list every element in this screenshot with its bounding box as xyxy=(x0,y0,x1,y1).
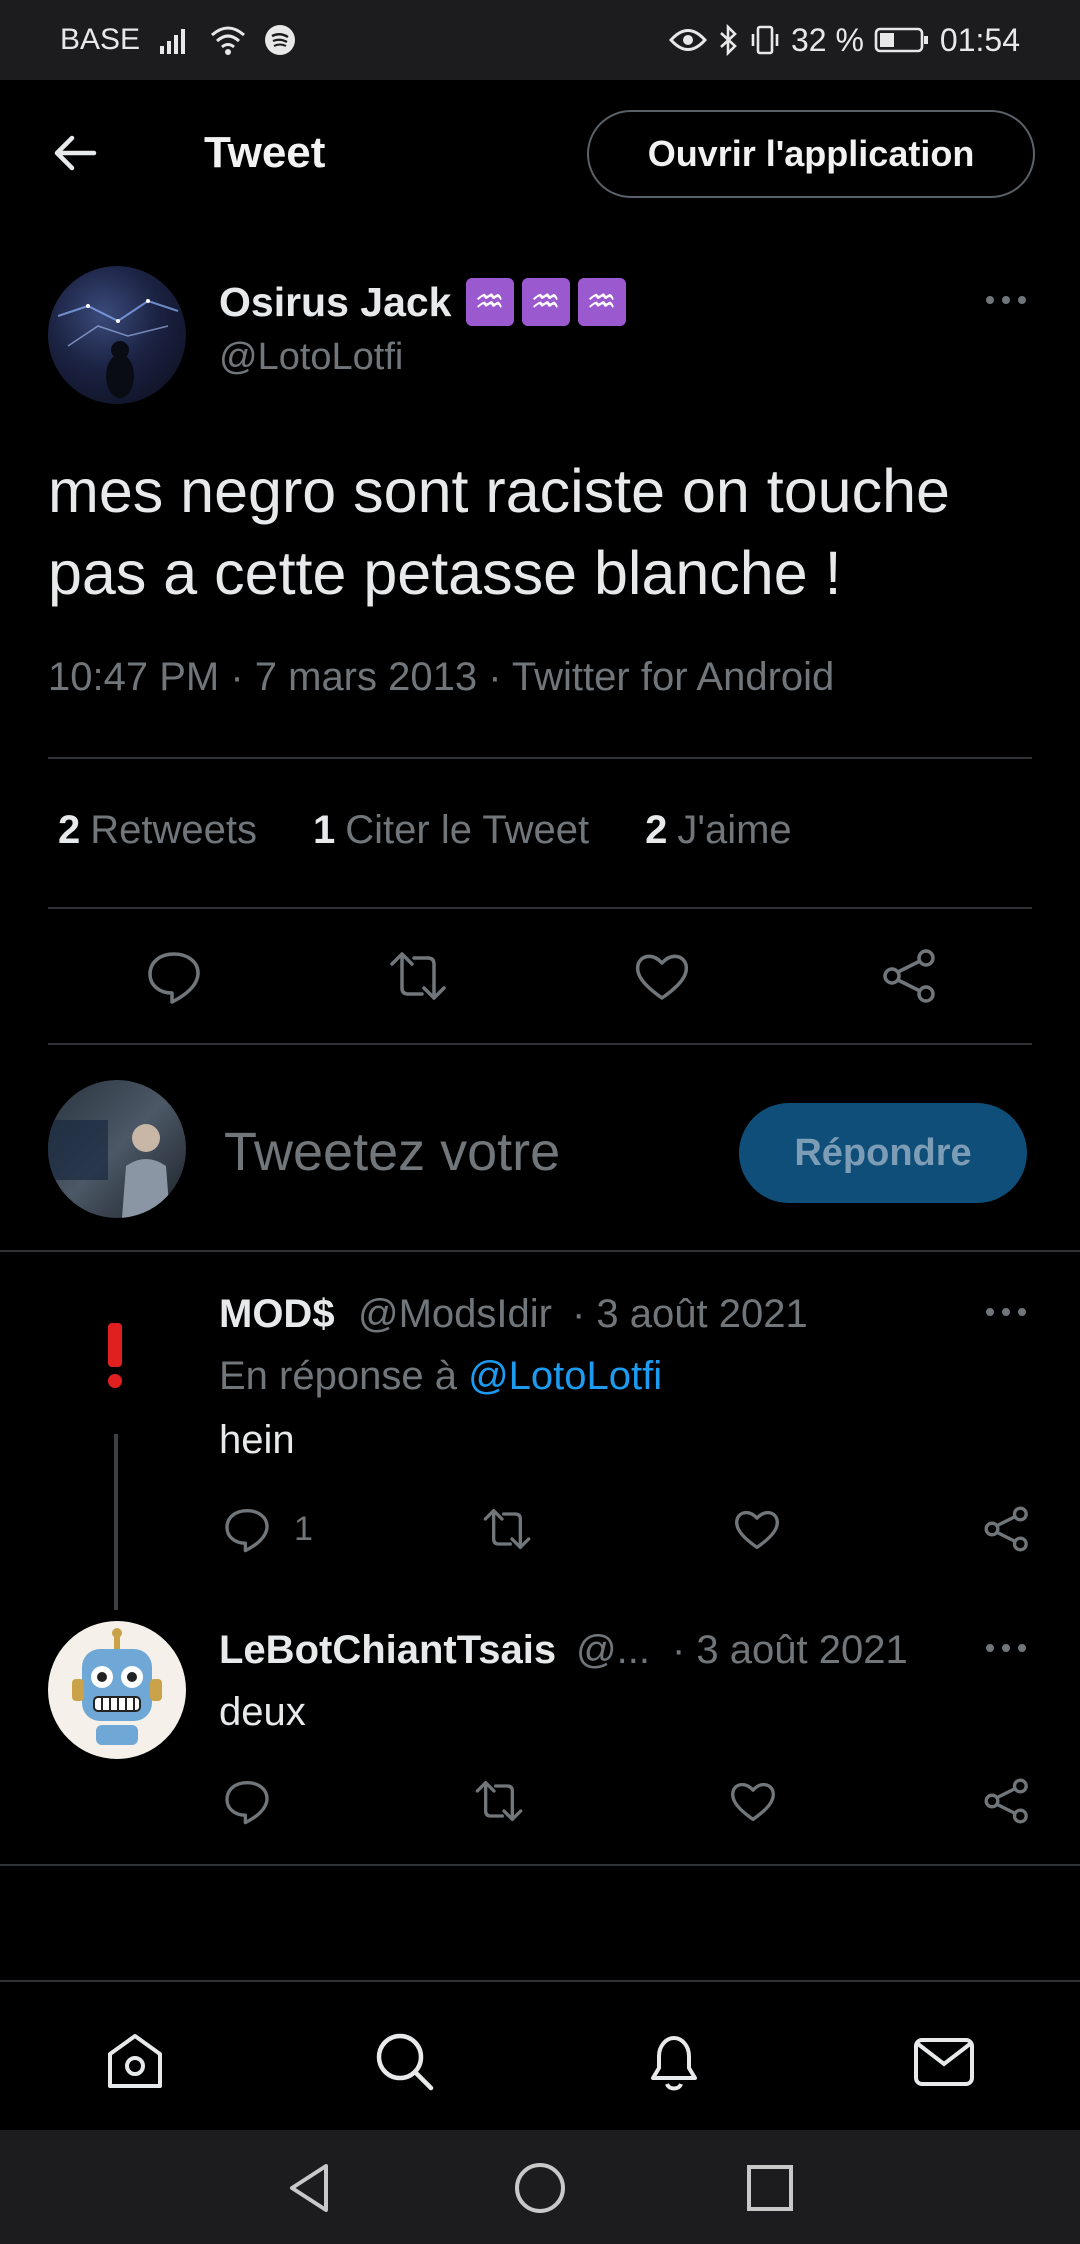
retweet-icon[interactable] xyxy=(474,1776,524,1826)
battery-percent: 32 % xyxy=(790,21,864,58)
divider xyxy=(0,1864,1080,1866)
quotes-stat[interactable]: 1 Citer le Tweet xyxy=(313,808,589,853)
tweet-actions xyxy=(48,938,1032,1018)
bottom-tab-bar xyxy=(0,1980,1080,2130)
reply-icon[interactable] xyxy=(222,1776,272,1826)
clock: 01:54 xyxy=(939,21,1020,58)
vibrate-icon xyxy=(749,24,781,56)
carrier-label: BASE xyxy=(60,23,141,56)
in-reply-link[interactable]: @LotoLotfi xyxy=(468,1354,662,1398)
notifications-bell-icon[interactable] xyxy=(641,2028,707,2094)
likes-stat[interactable]: 2 J'aime xyxy=(645,808,792,853)
wifi-icon xyxy=(210,25,246,55)
reply-author-handle[interactable]: @ModsIdir xyxy=(358,1292,552,1337)
top-nav: Tweet Ouvrir l'application xyxy=(0,80,1080,230)
likes-label: J'aime xyxy=(677,808,792,852)
spotify-icon xyxy=(264,24,296,56)
retweets-count: 2 xyxy=(58,808,81,852)
tweet-stats: 2 Retweets 1 Citer le Tweet 2 J'aime xyxy=(58,808,792,853)
system-nav-bar xyxy=(0,2130,1080,2244)
messages-mail-icon[interactable] xyxy=(911,2028,977,2094)
open-app-button[interactable]: Ouvrir l'application xyxy=(587,110,1035,198)
home-icon[interactable] xyxy=(102,2028,168,2094)
like-icon[interactable] xyxy=(732,1504,782,1554)
reply-date: · 3 août 2021 xyxy=(572,1292,808,1336)
reply-input[interactable]: Tweetez votre xyxy=(224,1121,560,1183)
divider xyxy=(48,907,1032,909)
signal-icon xyxy=(158,26,192,54)
retweets-label: Retweets xyxy=(90,808,257,852)
quotes-count: 1 xyxy=(313,808,336,852)
share-icon[interactable] xyxy=(880,946,940,1006)
back-arrow-icon[interactable] xyxy=(50,128,100,178)
divider xyxy=(48,1043,1032,1045)
retweet-icon[interactable] xyxy=(388,946,448,1006)
reply-author-name[interactable]: MOD$ xyxy=(219,1292,335,1337)
eye-icon xyxy=(668,27,707,53)
tweet-text: mes negro sont raciste on touche pas a c… xyxy=(48,457,950,607)
likes-count: 2 xyxy=(645,808,668,852)
divider xyxy=(48,757,1032,759)
reply-author-name[interactable]: LeBotChiantTsais xyxy=(219,1628,556,1673)
reply-date: · 3 août 2021 xyxy=(672,1628,908,1672)
like-icon[interactable] xyxy=(632,946,692,1006)
reply-text: deux xyxy=(219,1690,306,1734)
reply-icon[interactable] xyxy=(222,1504,272,1554)
reply-avatar[interactable] xyxy=(48,1285,186,1423)
in-reply-to: En réponse à @LotoLotfi xyxy=(219,1354,662,1399)
bluetooth-icon xyxy=(717,24,739,56)
divider xyxy=(0,1250,1080,1252)
reply-button[interactable]: Répondre xyxy=(739,1103,1027,1203)
author-avatar[interactable] xyxy=(48,266,186,404)
author-name-row[interactable]: Osirus Jack ♒ ♒ ♒ xyxy=(219,278,626,326)
aquarius-icon: ♒ xyxy=(577,278,626,326)
reply-author-handle[interactable]: @... xyxy=(576,1628,650,1673)
aquarius-icon: ♒ xyxy=(465,278,514,326)
aquarius-emojis: ♒ ♒ ♒ xyxy=(465,278,626,326)
more-options-icon[interactable] xyxy=(982,288,1030,312)
in-reply-prefix: En réponse à xyxy=(219,1354,457,1398)
aquarius-icon: ♒ xyxy=(521,278,570,326)
reply-count: 1 xyxy=(294,1510,313,1548)
more-options-icon[interactable] xyxy=(982,1636,1030,1660)
retweet-icon[interactable] xyxy=(482,1504,532,1554)
share-icon[interactable] xyxy=(982,1776,1032,1826)
like-icon[interactable] xyxy=(728,1776,778,1826)
author-handle[interactable]: @LotoLotfi xyxy=(219,336,403,379)
page-title: Tweet xyxy=(204,128,326,177)
user-avatar[interactable] xyxy=(48,1080,186,1218)
status-bar: BASE 32 % 01:54 xyxy=(0,0,1080,80)
more-options-icon[interactable] xyxy=(982,1300,1030,1324)
retweets-stat[interactable]: 2 Retweets xyxy=(58,808,257,853)
author-name[interactable]: Osirus Jack xyxy=(219,279,452,326)
reply-text: hein xyxy=(219,1418,295,1462)
reply-avatar[interactable] xyxy=(48,1621,186,1759)
quotes-label: Citer le Tweet xyxy=(345,808,590,852)
thread-line xyxy=(114,1434,118,1610)
system-back-icon[interactable] xyxy=(282,2160,338,2216)
share-icon[interactable] xyxy=(982,1504,1032,1554)
battery-icon xyxy=(874,26,930,54)
search-icon[interactable] xyxy=(371,2028,437,2094)
reply-icon[interactable] xyxy=(144,946,204,1006)
system-recents-icon[interactable] xyxy=(742,2160,798,2216)
tweet-meta: 10:47 PM · 7 mars 2013 · Twitter for And… xyxy=(48,655,835,699)
system-home-icon[interactable] xyxy=(512,2160,568,2216)
